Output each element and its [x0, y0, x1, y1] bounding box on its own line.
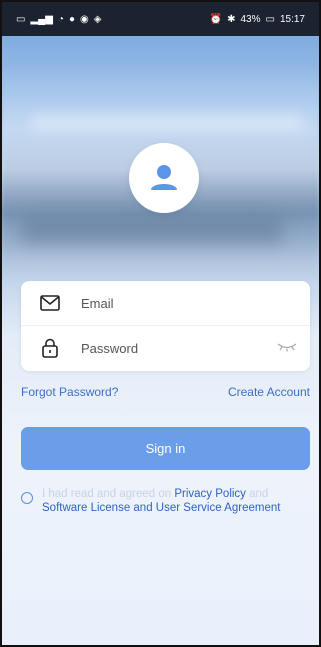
signal-icon: ▂▄▆ [30, 13, 53, 25]
email-field[interactable] [79, 294, 273, 312]
agreement-and: and [245, 488, 269, 500]
lock-icon [21, 338, 79, 358]
login-screen: ▭ ▂▄▆ ◔ ● ◉ ◈ ⏰ ✱ 43% ▭ 15:17 Email Forg… [0, 0, 321, 647]
background-decor [22, 217, 282, 245]
privacy-policy-link[interactable]: Privacy Policy [174, 488, 246, 500]
status-bar: ▭ ▂▄▆ ◔ ● ◉ ◈ ⏰ ✱ 43% ▭ 15:17 [2, 2, 319, 36]
background-decor [32, 114, 302, 130]
battery-icon: ▭ [265, 13, 275, 25]
auth-links: Forgot Password? Create Account [21, 385, 310, 399]
alarm-icon: ⏰ [209, 13, 223, 25]
status-left: ▭ ▂▄▆ ◔ ● ◉ ◈ [16, 14, 101, 25]
agreement-prefix: I had read and agreed on [42, 488, 175, 500]
create-account-link[interactable]: Create Account [228, 385, 310, 399]
login-form-card [21, 281, 310, 371]
sign-in-button[interactable]: Sign in [21, 427, 310, 470]
battery-percent: 43% [240, 13, 261, 25]
email-row [21, 281, 310, 326]
messaging-icon: ● [68, 13, 76, 25]
clock: 15:17 [279, 13, 305, 25]
password-row [21, 326, 310, 370]
agree-radio[interactable] [21, 492, 33, 504]
app-icon: ◉ [80, 13, 89, 25]
bluetooth-icon: ✱ [227, 13, 236, 25]
app-icon-2: ◈ [93, 13, 102, 25]
avatar[interactable] [129, 143, 199, 213]
wifi-icon: ◔ [57, 13, 64, 25]
agreement-text: I had read and agreed on Privacy Policy … [42, 487, 310, 515]
sim-icon: ▭ [16, 13, 26, 25]
forgot-password-link[interactable]: Forgot Password? [21, 385, 118, 399]
eye-closed-icon[interactable] [276, 340, 298, 358]
mail-icon [21, 295, 79, 311]
software-license-link[interactable]: Software License and User Service Agreem… [42, 502, 280, 514]
status-right: ⏰ ✱ 43% ▭ 15:17 [210, 14, 305, 25]
user-icon [151, 165, 177, 190]
agreement-row: I had read and agreed on Privacy Policy … [21, 487, 310, 515]
password-field[interactable] [79, 339, 273, 357]
